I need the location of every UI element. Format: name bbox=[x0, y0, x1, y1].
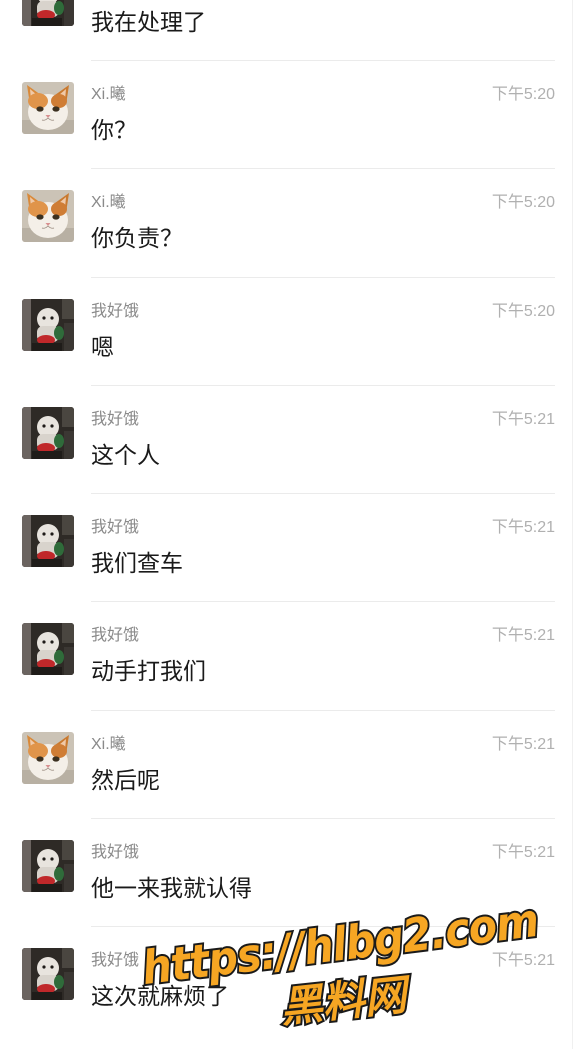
plush-avatar-icon[interactable] bbox=[22, 0, 74, 26]
chat-message-row[interactable]: 我好饿 下午5:20 嗯 bbox=[0, 276, 578, 385]
row-divider bbox=[91, 818, 555, 820]
plush-avatar-icon[interactable] bbox=[22, 299, 74, 351]
message-time: 下午5:21 bbox=[491, 627, 555, 645]
message-text: 我们查车 bbox=[91, 550, 183, 577]
message-time: 下午5:21 bbox=[491, 952, 555, 970]
message-text: 嗯 bbox=[91, 333, 114, 360]
message-time: 下午5:21 bbox=[491, 519, 555, 537]
sender-name: 我好饿 bbox=[91, 952, 140, 970]
message-text: 这个人 bbox=[91, 441, 160, 468]
message-time: 下午5:21 bbox=[491, 844, 555, 862]
cat-avatar-icon[interactable] bbox=[22, 82, 74, 134]
chat-message-row[interactable]: 我在处理了 bbox=[0, 0, 578, 60]
chat-message-row[interactable]: Xi.曦 下午5:20 你负责？ bbox=[0, 168, 578, 276]
message-time: 下午5:20 bbox=[491, 194, 555, 212]
chat-message-row[interactable]: Xi.曦 下午5:21 然后呢 bbox=[0, 709, 578, 818]
message-text: 你负责？ bbox=[91, 225, 183, 252]
plush-avatar-icon[interactable] bbox=[22, 515, 74, 567]
row-divider bbox=[91, 168, 555, 170]
sender-name: 我好饿 bbox=[91, 410, 140, 428]
message-time: 下午5:20 bbox=[491, 86, 555, 103]
message-time: 下午5:21 bbox=[491, 735, 555, 753]
row-divider bbox=[91, 60, 555, 61]
message-text: 你？ bbox=[91, 117, 137, 143]
chat-history-list: 我在处理了 Xi.曦 下午5:20 你？ Xi.曦 下午5:20 你负责？ 我好… bbox=[0, 0, 578, 1035]
chat-message-row[interactable]: 我好饿 下午5:21 我们查车 bbox=[0, 493, 578, 601]
chat-message-row[interactable]: Xi.曦 下午5:20 你？ bbox=[0, 60, 578, 168]
row-divider bbox=[91, 384, 555, 386]
sender-name: Xi.曦 bbox=[91, 194, 126, 212]
sender-name: 我好饿 bbox=[91, 302, 140, 320]
message-time: 下午5:20 bbox=[491, 302, 555, 320]
row-divider bbox=[91, 709, 555, 711]
message-text: 他一来我就认得 bbox=[91, 875, 252, 902]
sender-name: 我好饿 bbox=[91, 627, 140, 645]
chat-message-row[interactable]: 我好饿 下午5:21 动手打我们 bbox=[0, 601, 578, 709]
chat-message-row[interactable]: 我好饿 下午5:21 这个人 bbox=[0, 384, 578, 493]
plush-avatar-icon[interactable] bbox=[22, 407, 74, 459]
message-text: 动手打我们 bbox=[91, 658, 206, 685]
message-text: 然后呢 bbox=[91, 766, 160, 793]
sender-name: 我好饿 bbox=[91, 844, 140, 862]
cat-avatar-icon[interactable] bbox=[22, 732, 74, 784]
message-time: 下午5:21 bbox=[491, 410, 555, 428]
plush-avatar-icon[interactable] bbox=[22, 948, 74, 1000]
row-divider bbox=[91, 601, 555, 603]
plush-avatar-icon[interactable] bbox=[22, 623, 74, 675]
sender-name: Xi.曦 bbox=[91, 86, 126, 103]
row-divider bbox=[91, 493, 555, 495]
sender-name: Xi.曦 bbox=[91, 735, 126, 753]
row-divider bbox=[91, 276, 555, 278]
sender-name: 我好饿 bbox=[91, 519, 140, 537]
plush-avatar-icon[interactable] bbox=[22, 840, 74, 892]
message-text: 我在处理了 bbox=[91, 8, 206, 35]
cat-avatar-icon[interactable] bbox=[22, 190, 74, 242]
